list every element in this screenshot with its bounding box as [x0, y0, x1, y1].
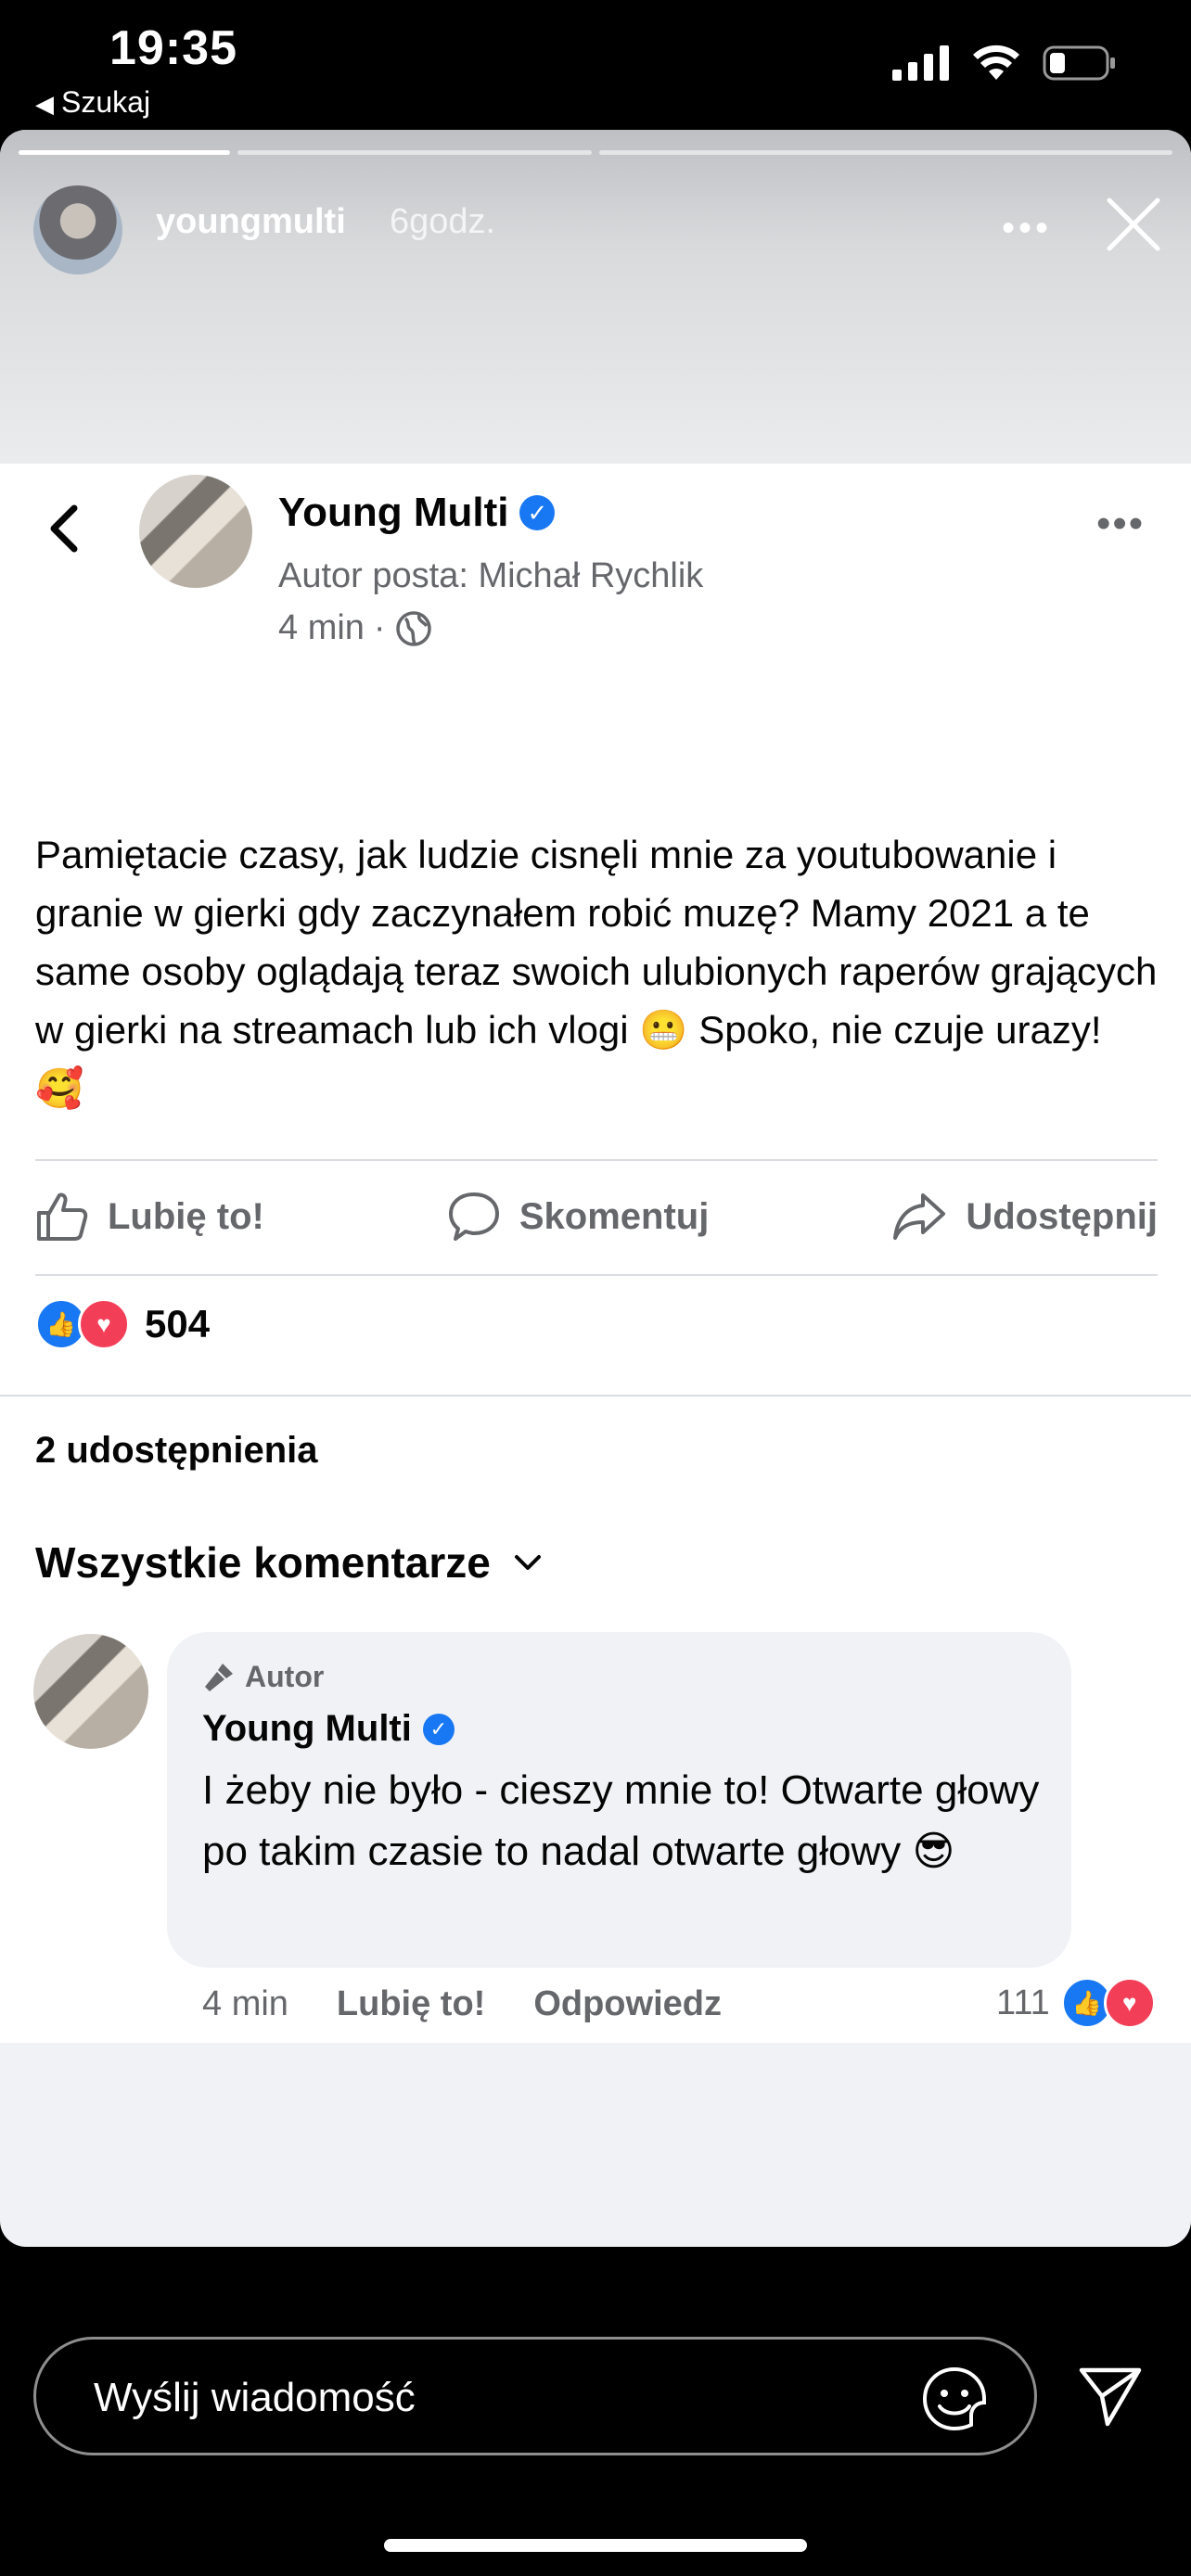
post-actions: Lubię to! Skomentuj Udostępnij: [35, 1168, 1158, 1265]
comment-icon: [448, 1192, 499, 1241]
facebook-post: Young Multi ✓ Autor posta: Michał Rychli…: [0, 464, 1191, 2043]
comment-meta: 4 min Lubię to! Odpowiedz: [202, 1984, 722, 2024]
post-reactions[interactable]: 👍 ♥ 504: [35, 1298, 210, 1350]
love-reaction-icon: ♥: [1103, 1977, 1156, 2029]
thumbs-up-icon: [37, 1192, 88, 1241]
post-author-avatar[interactable]: [139, 475, 252, 588]
comments-filter-dropdown[interactable]: Wszystkie komentarze: [35, 1537, 543, 1588]
comment-label: Skomentuj: [519, 1195, 710, 1237]
divider: [0, 1395, 1191, 1396]
comment-author-name[interactable]: Young Multi: [202, 1708, 412, 1750]
emoji-sticker-icon[interactable]: [921, 2366, 988, 2432]
posted-by-label: Autor posta: Michał Rychlik: [278, 556, 704, 595]
story-time-ago: 6godz.: [390, 202, 496, 241]
message-input[interactable]: Wyślij wiadomość: [33, 2337, 1037, 2455]
share-arrow-icon: [893, 1193, 946, 1240]
back-app-label: Szukaj: [61, 85, 151, 119]
author-badge-label: Autor: [245, 1660, 325, 1693]
comment-reply-button[interactable]: Odpowiedz: [533, 1984, 722, 2024]
divider: [35, 1274, 1158, 1276]
like-label: Lubię to!: [108, 1195, 264, 1237]
status-time: 19:35: [109, 21, 237, 75]
back-triangle-icon: ◀: [35, 90, 54, 118]
comment-text: I żeby nie było - cieszy mnie to! Otwart…: [202, 1767, 1040, 1874]
verified-badge-icon: ✓: [519, 495, 556, 530]
comment-reactions[interactable]: 111 👍 ♥: [996, 1977, 1156, 2029]
send-icon[interactable]: [1076, 2363, 1143, 2429]
comment-time: 4 min: [202, 1984, 288, 2023]
post-author-name[interactable]: Young Multi: [278, 490, 508, 536]
close-icon[interactable]: [1104, 195, 1163, 254]
chevron-left-icon[interactable]: [45, 503, 82, 555]
home-indicator[interactable]: [384, 2539, 807, 2552]
chevron-down-icon: [514, 1555, 541, 1570]
shares-count[interactable]: 2 udostępnienia: [35, 1430, 318, 1472]
globe-icon: [395, 610, 431, 646]
story-header-area: youngmulti 6godz. •••: [0, 130, 1191, 464]
love-reaction-icon: ♥: [78, 1298, 130, 1350]
battery-icon: [1043, 45, 1115, 81]
story-progress-segment-3: [599, 150, 1172, 155]
meta-separator: ·: [373, 608, 386, 647]
reaction-count: 504: [145, 1302, 211, 1345]
post-more-options-icon[interactable]: •••: [1096, 501, 1145, 547]
post-body-text: Pamiętacie czasy, jak ludzie cisnęli mni…: [35, 833, 1158, 1110]
like-button[interactable]: Lubię to!: [35, 1190, 264, 1243]
post-meta: 4 min ·: [278, 608, 432, 648]
story-progress-segment-2: [237, 150, 592, 155]
status-icons: [892, 45, 1117, 82]
story-card[interactable]: youngmulti 6godz. ••• Young Multi ✓ Auto…: [0, 130, 1191, 2247]
comment-like-button[interactable]: Lubię to!: [337, 1984, 485, 2024]
message-placeholder: Wyślij wiadomość: [94, 2375, 416, 2420]
microphone-icon: [205, 1663, 233, 1691]
wifi-icon: [973, 45, 1019, 80]
comment-button[interactable]: Skomentuj: [447, 1190, 709, 1243]
author-badge: Autor: [202, 1660, 324, 1694]
back-to-app-link[interactable]: ◀ Szukaj: [35, 85, 150, 120]
comment-author[interactable]: Young Multi ✓: [202, 1708, 455, 1750]
cellular-signal-icon: [892, 45, 949, 81]
post-time[interactable]: 4 min: [278, 608, 365, 648]
story-user-avatar[interactable]: [33, 185, 122, 274]
comment-bubble: Autor Young Multi ✓ I żeby nie było - ci…: [167, 1632, 1071, 1968]
verified-badge-icon: ✓: [422, 1713, 455, 1745]
comments-filter-label: Wszystkie komentarze: [35, 1538, 491, 1587]
share-label: Udostępnij: [966, 1195, 1158, 1237]
story-progress-segment-1: [19, 150, 230, 155]
story-username[interactable]: youngmulti: [156, 202, 346, 242]
post-author[interactable]: Young Multi ✓: [278, 490, 556, 536]
comment-reaction-count: 111: [996, 1983, 1050, 2022]
story-more-options-icon[interactable]: •••: [1002, 208, 1052, 249]
comment-author-avatar[interactable]: [33, 1634, 148, 1749]
share-button[interactable]: Udostępnij: [891, 1190, 1158, 1243]
divider: [35, 1159, 1158, 1161]
